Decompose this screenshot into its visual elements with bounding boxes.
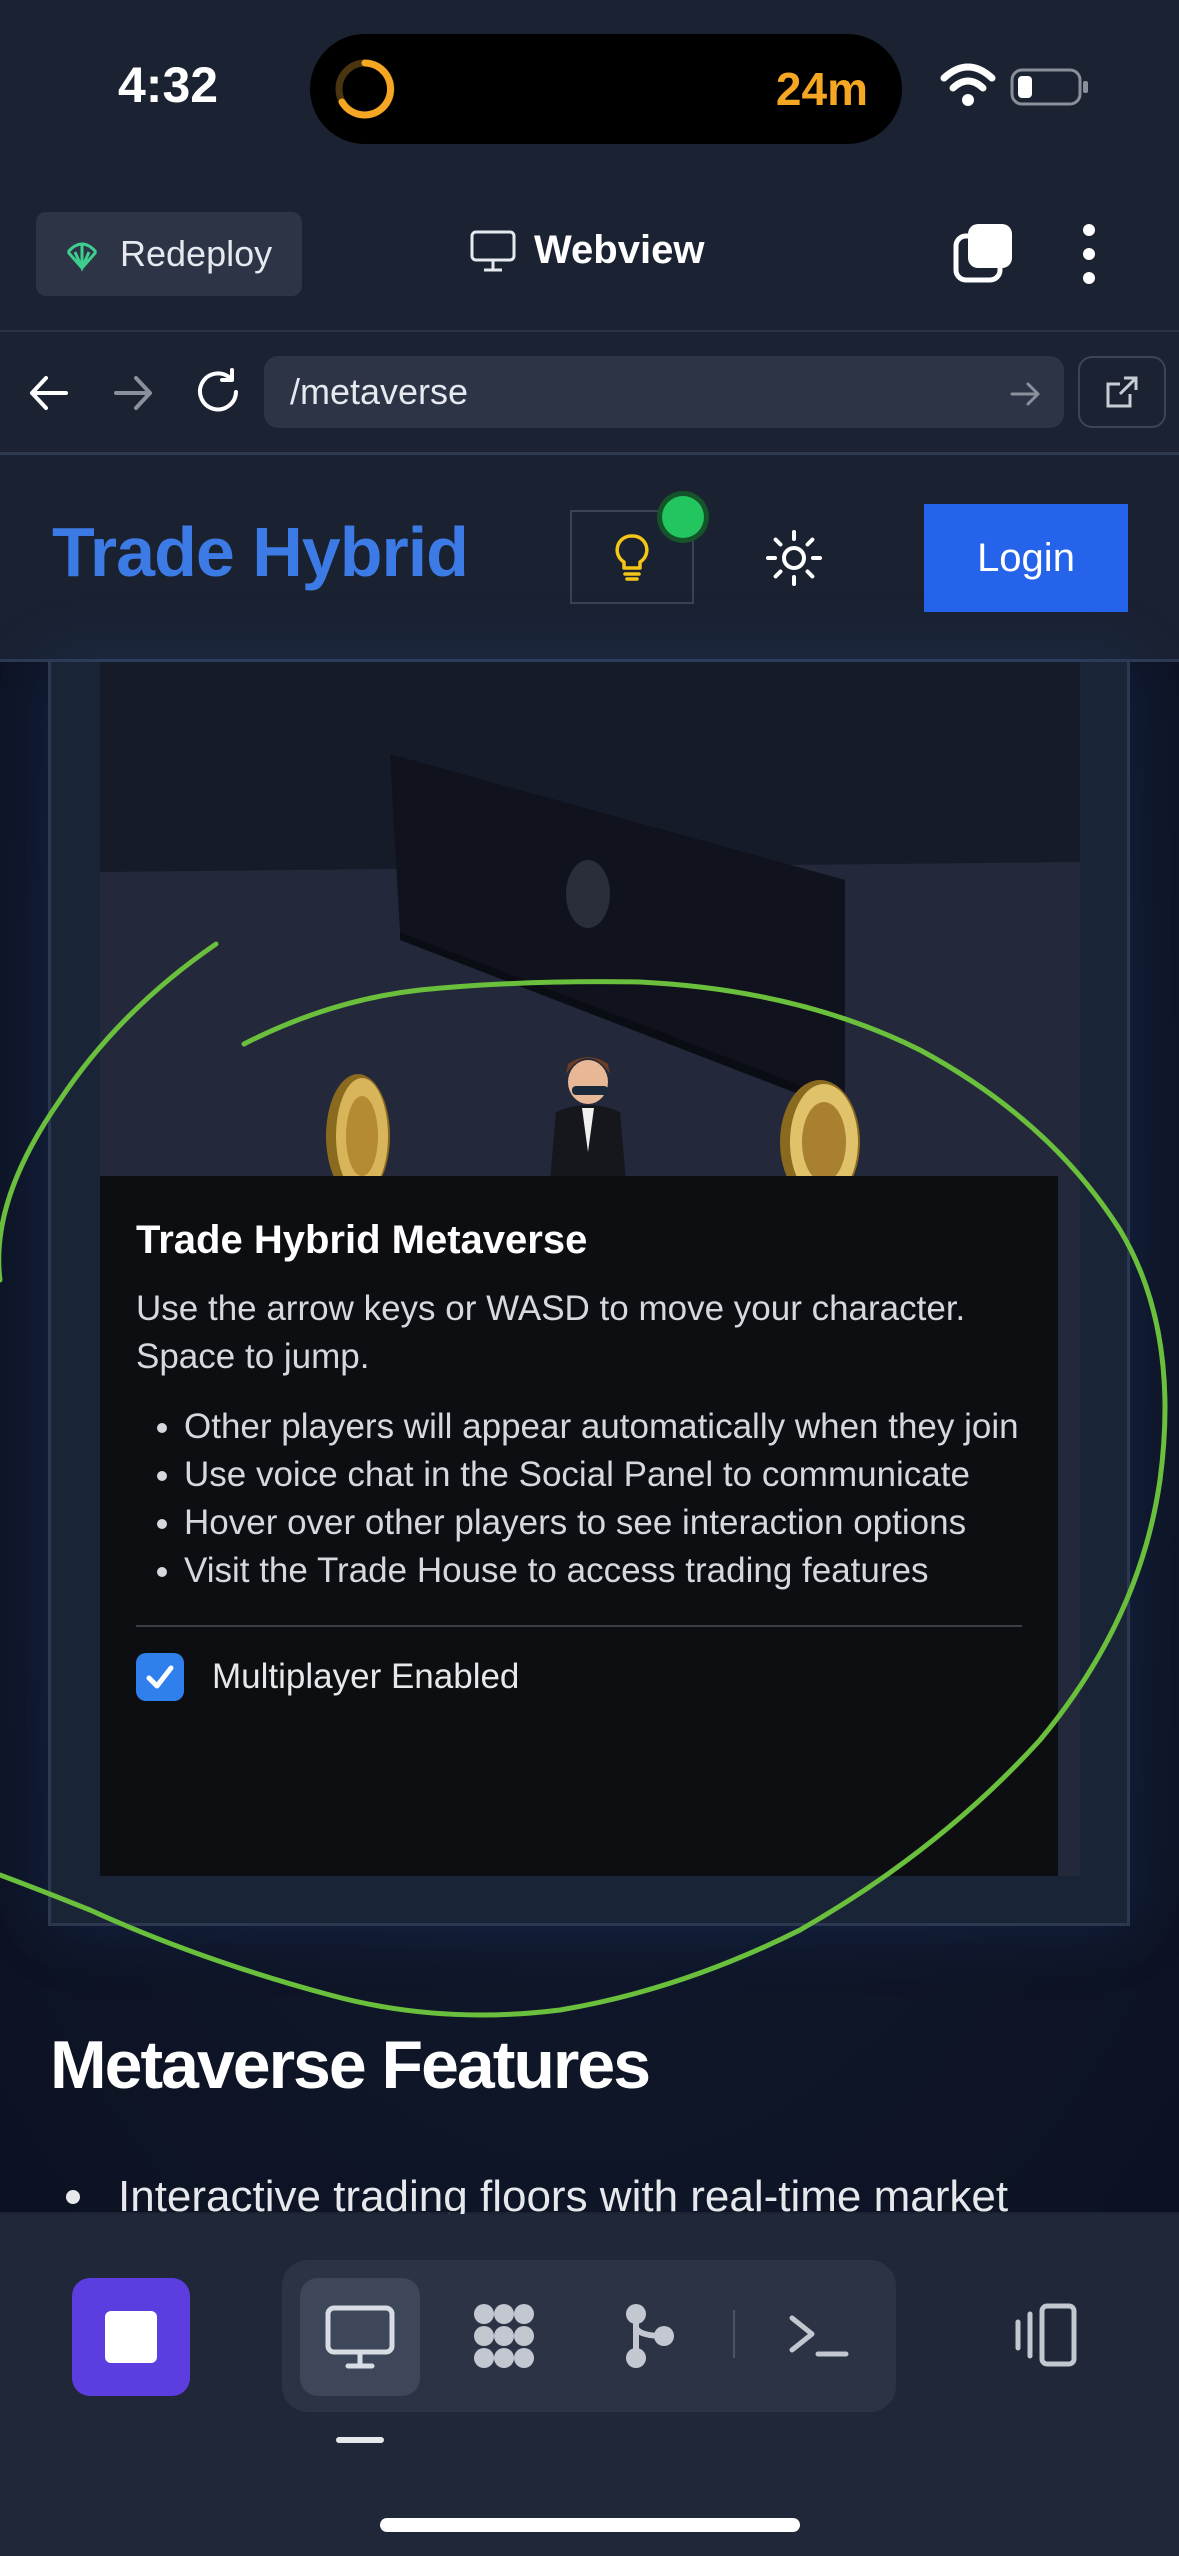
list-item: Visit the Trade House to access trading … [184,1547,1022,1595]
timer-ring-icon [335,59,395,119]
url-text: /metaverse [290,371,469,412]
forward-arrow-icon[interactable] [110,370,156,416]
panel-switch-icon[interactable] [1008,2298,1084,2374]
wifi-icon [940,63,996,106]
active-tab-indicator [336,2437,384,2443]
tips-list: Other players will appear automatically … [136,1403,1022,1595]
features-heading: Metaverse Features [50,2027,651,2103]
lightbulb-icon [615,534,649,581]
login-button[interactable]: Login [924,504,1128,612]
webview-icon[interactable] [322,2298,398,2374]
list-item: Use voice chat in the Social Panel to co… [184,1451,1022,1499]
brand-logo[interactable]: Trade Hybrid [52,512,469,592]
git-icon[interactable] [610,2298,686,2374]
status-time: 4:32 [118,57,219,113]
go-arrow-icon[interactable] [1006,374,1046,414]
tabs-stack-icon[interactable] [952,222,1014,284]
more-vertical-icon[interactable] [1072,222,1106,286]
back-arrow-icon[interactable] [26,370,72,416]
divider [136,1625,1022,1627]
battery-icon [1010,68,1088,106]
stop-icon [105,2311,157,2363]
multiplayer-checkbox[interactable] [136,1653,184,1701]
workflow-icon[interactable] [466,2298,542,2374]
deploy-icon [66,242,98,272]
redeploy-button[interactable]: Redeploy [36,212,302,296]
open-external-button[interactable] [1078,356,1166,428]
list-item: Hover over other players to see interact… [184,1499,1022,1547]
island-timer: 24m [775,63,868,115]
webview-title: Webview [470,228,704,273]
info-panel: Trade Hybrid Metaverse Use the arrow key… [100,1176,1058,1876]
online-status-dot [662,496,704,538]
shell-icon[interactable] [780,2298,856,2374]
divider [0,330,1179,332]
info-title: Trade Hybrid Metaverse [136,1218,588,1262]
external-link-icon [1106,376,1138,408]
webview-label: Webview [534,228,705,272]
info-description: Use the arrow keys or WASD to move your … [136,1289,966,1376]
redeploy-label: Redeploy [120,233,273,274]
bullet [66,2190,80,2204]
list-item: Other players will appear automatically … [184,1403,1022,1451]
multiplayer-toggle[interactable]: Multiplayer Enabled [136,1653,1022,1701]
url-input[interactable]: /metaverse [264,356,1064,428]
divider [733,2310,735,2358]
home-indicator[interactable] [380,2518,800,2532]
multiplayer-label: Multiplayer Enabled [212,1657,520,1696]
stop-button[interactable] [72,2278,190,2396]
dynamic-island: 24m [310,34,902,144]
sun-icon[interactable] [764,528,824,588]
monitor-icon [470,230,516,271]
reload-icon[interactable] [192,366,244,418]
checkmark-icon [146,1665,174,1689]
